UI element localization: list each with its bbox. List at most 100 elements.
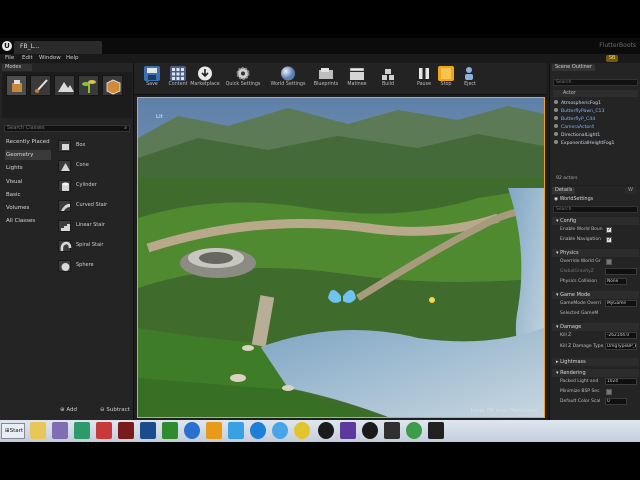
category-visual[interactable]: Visual <box>5 177 51 187</box>
search-classes-input[interactable]: Search Classes ⌕ <box>4 125 130 132</box>
app-icon[interactable] <box>406 422 422 439</box>
menu-edit[interactable]: Edit <box>22 55 33 61</box>
unreal-editor-icon[interactable] <box>362 422 378 439</box>
browser-icon[interactable] <box>272 422 288 439</box>
place-mode-icon[interactable] <box>6 75 27 96</box>
scene-outliner-tab[interactable]: Scene Outliner <box>552 64 595 71</box>
matinee-button[interactable]: Matinee <box>343 65 371 94</box>
actor-name: ExponentialHeightFog1 <box>561 141 615 146</box>
enable-world-bounds-checkbox[interactable]: ✓ <box>606 227 612 233</box>
details-search-input[interactable]: Search <box>553 206 638 213</box>
category-recently-placed[interactable]: Recently Placed <box>5 137 51 147</box>
paint-mode-icon[interactable] <box>30 75 51 96</box>
unreal-launcher-icon[interactable] <box>318 422 334 439</box>
world-settings-button[interactable]: World Settings <box>271 65 305 94</box>
visibility-icon[interactable] <box>554 124 558 128</box>
shape-cone[interactable]: Cone <box>56 158 132 174</box>
category-lights[interactable]: Lights <box>5 163 51 173</box>
viewport-view-mode[interactable]: Lit <box>156 114 163 120</box>
level-viewport[interactable]: Lit Level: FB_level (Persistent) <box>137 97 545 418</box>
section-damage[interactable]: ▾ Damage <box>552 323 639 331</box>
gear-icon <box>235 66 251 81</box>
skype-icon[interactable] <box>228 422 244 439</box>
app-icon[interactable] <box>74 422 90 439</box>
visibility-icon[interactable] <box>554 140 558 144</box>
visual-studio-icon[interactable] <box>340 422 356 439</box>
category-all-classes[interactable]: All Classes <box>5 216 51 226</box>
section-rendering[interactable]: ▾ Rendering <box>552 369 639 377</box>
outliner-row[interactable]: ExponentialHeightFog1 <box>554 140 638 147</box>
gamemode-override-select[interactable]: MyGame <box>605 300 637 307</box>
kill-z-field[interactable]: -262144.0 <box>605 332 637 339</box>
shape-cylinder[interactable]: Cylinder <box>56 178 132 194</box>
visual-studio-icon[interactable] <box>52 422 68 439</box>
landscape-mode-icon[interactable] <box>54 75 75 96</box>
outliner-column-header[interactable]: Actor <box>553 90 638 97</box>
add-brush-button[interactable]: ⊕ Add <box>60 407 77 413</box>
app-icon[interactable] <box>428 422 444 439</box>
shape-curved-stair[interactable]: Curved Stair <box>56 198 132 214</box>
outliner-row[interactable]: ButterflyP_C44 <box>554 116 638 123</box>
subtract-brush-button[interactable]: ⊖ Subtract <box>100 407 130 413</box>
minimize-bsp-checkbox[interactable] <box>606 389 612 395</box>
build-button[interactable]: Build <box>374 65 402 94</box>
blueprints-button[interactable]: Blueprints <box>312 65 340 94</box>
outliner-row[interactable]: ButterflyPawn_C13 <box>554 108 638 115</box>
dreamweaver-icon[interactable] <box>162 422 178 439</box>
headphones-icon[interactable] <box>206 422 222 439</box>
outliner-row[interactable]: CameraActor4 <box>554 124 638 131</box>
source-control-badge[interactable]: SB <box>606 55 618 62</box>
override-world-gravity-checkbox[interactable] <box>606 259 612 265</box>
details-tab[interactable]: Details <box>552 187 576 194</box>
search-icon[interactable]: ⌕ <box>124 126 127 131</box>
browser-icon[interactable] <box>250 422 266 439</box>
app-icon[interactable] <box>96 422 112 439</box>
outliner-row[interactable]: AtmosphericFog1 <box>554 100 638 107</box>
save-button[interactable]: Save <box>138 65 166 94</box>
world-settings-tab[interactable]: W <box>625 187 636 194</box>
shape-linear-stair[interactable]: Linear Stair <box>56 218 132 234</box>
content-button[interactable]: Content <box>164 65 192 94</box>
shape-sphere[interactable]: Sphere <box>56 258 132 274</box>
visibility-icon[interactable] <box>554 116 558 120</box>
section-physics[interactable]: ▾ Physics <box>552 249 639 257</box>
section-lightmass[interactable]: ▸ Lightmass <box>552 358 639 366</box>
chrome-icon[interactable] <box>294 422 310 439</box>
menu-help[interactable]: Help <box>66 55 79 61</box>
level-tab[interactable]: FB_L... <box>14 41 102 54</box>
kill-z-damage-select[interactable]: DmgTypeBP_Env <box>605 343 637 350</box>
enable-navigation-checkbox[interactable]: ✓ <box>606 237 612 243</box>
modes-tab[interactable]: Modes <box>2 64 32 71</box>
menu-window[interactable]: Window <box>39 55 61 61</box>
visibility-icon[interactable] <box>554 100 558 104</box>
file-explorer-icon[interactable] <box>30 422 46 439</box>
app-icon[interactable] <box>384 422 400 439</box>
build-icon <box>380 66 396 81</box>
visibility-icon[interactable] <box>554 108 558 112</box>
category-geometry[interactable]: Geometry <box>5 150 51 160</box>
unreal-logo-icon[interactable]: U <box>2 41 12 51</box>
marketplace-button[interactable]: Marketplace <box>190 65 220 94</box>
section-config[interactable]: ▾ Config <box>552 217 639 225</box>
eject-button[interactable]: Eject <box>456 65 484 94</box>
foliage-mode-icon[interactable] <box>78 75 99 96</box>
outliner-search-input[interactable]: Search <box>553 79 638 86</box>
start-button[interactable]: ⊞Start <box>1 423 25 439</box>
physics-collision-select[interactable]: None <box>605 278 627 285</box>
outliner-row[interactable]: DirectionalLight1 <box>554 132 638 139</box>
geometry-mode-icon[interactable] <box>102 75 123 96</box>
category-basic[interactable]: Basic <box>5 190 51 200</box>
shape-box[interactable]: Box <box>56 138 132 154</box>
app-icon[interactable] <box>184 422 200 439</box>
global-gravity-field[interactable] <box>605 268 637 275</box>
category-volumes[interactable]: Volumes <box>5 203 51 213</box>
quick-settings-button[interactable]: Quick Settings <box>226 65 260 94</box>
photoshop-icon[interactable] <box>140 422 156 439</box>
section-game-mode[interactable]: ▾ Game Mode <box>552 291 639 299</box>
packed-light-field[interactable]: 1024 <box>605 378 637 385</box>
default-color-scale-field[interactable]: 0 <box>605 398 627 405</box>
app-icon[interactable] <box>118 422 134 439</box>
visibility-icon[interactable] <box>554 132 558 136</box>
menu-file[interactable]: File <box>5 55 14 61</box>
shape-spiral-stair[interactable]: Spiral Stair <box>56 238 132 254</box>
